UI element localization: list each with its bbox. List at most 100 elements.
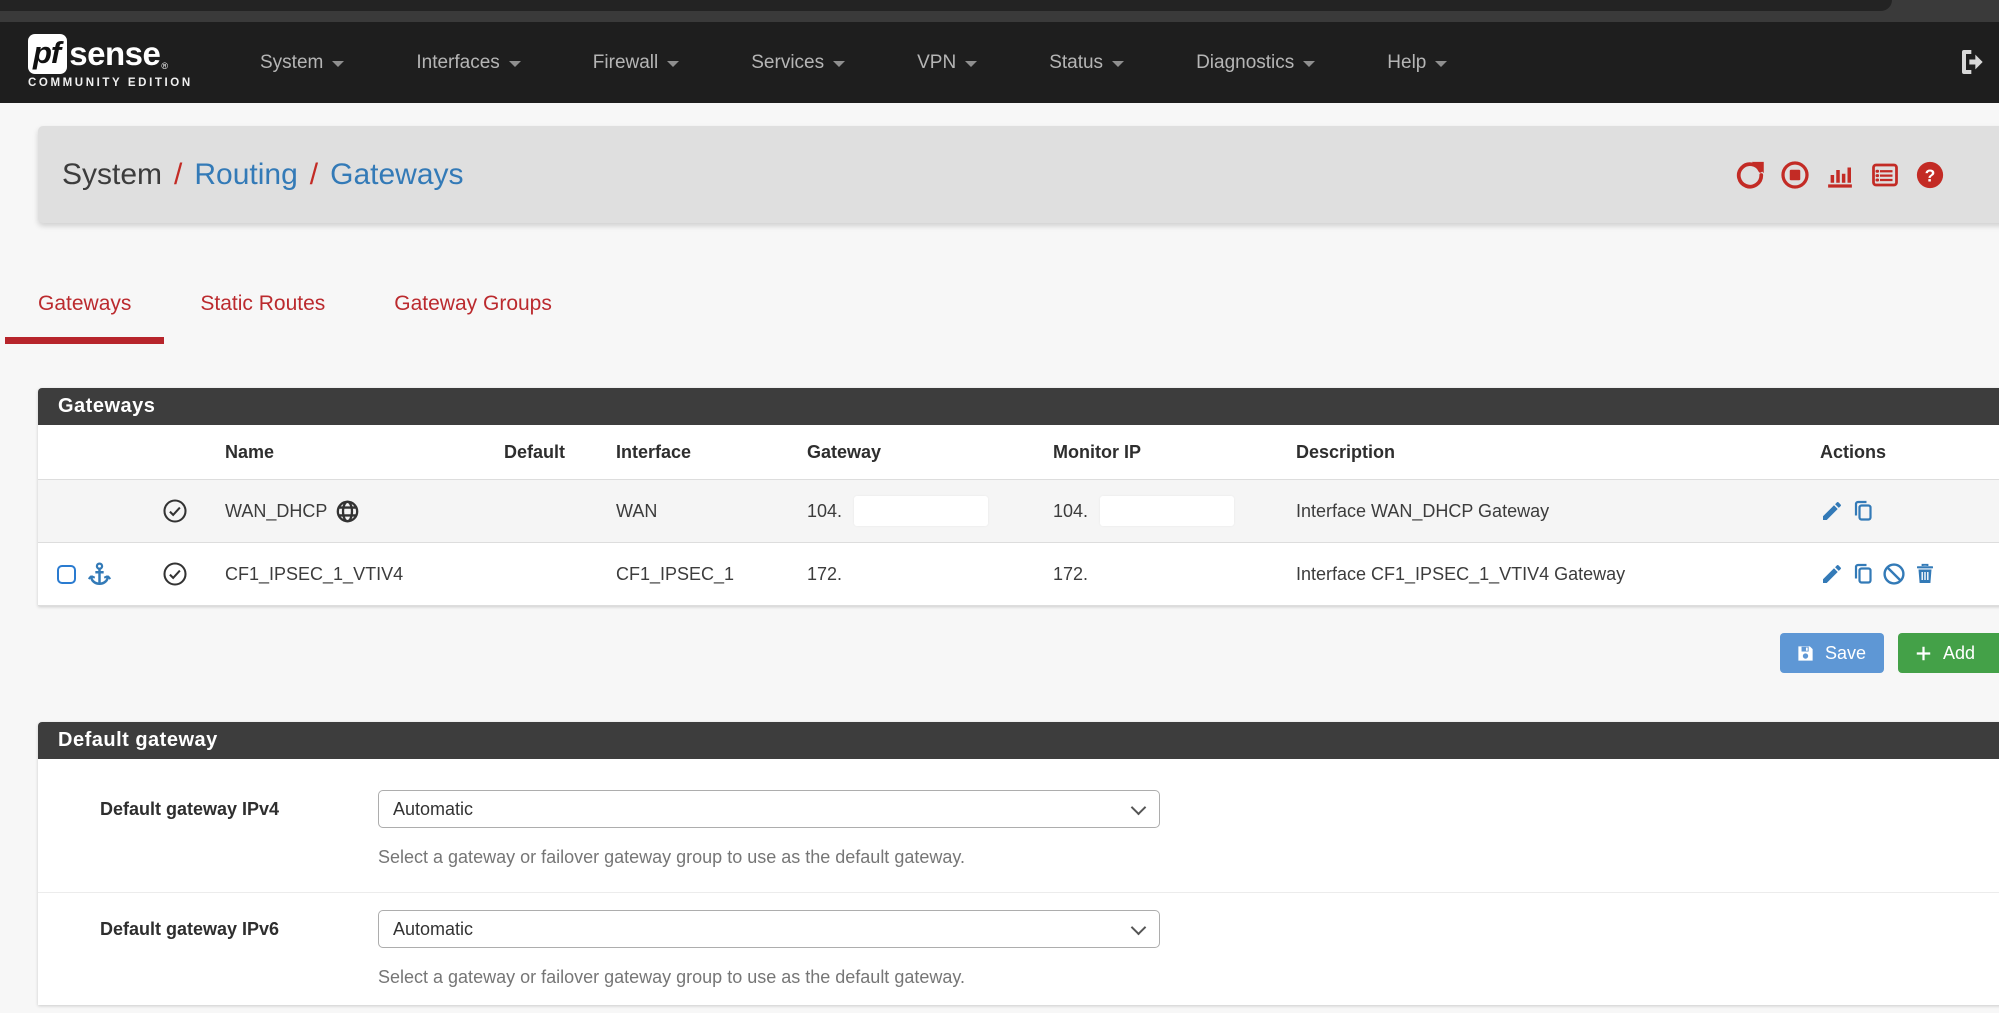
column-name: Name: [225, 425, 274, 479]
save-button[interactable]: Save: [1780, 633, 1884, 673]
breadcrumb-section: System: [62, 158, 162, 192]
nav-item-status[interactable]: Status: [1049, 52, 1124, 74]
sign-out-icon[interactable]: [1958, 46, 1990, 78]
tab-gateway-groups[interactable]: Gateway Groups: [394, 283, 552, 344]
window-chrome-dark: [0, 0, 1892, 11]
anchor-icon[interactable]: [86, 561, 113, 588]
gateway-address: 104.: [807, 480, 988, 542]
log-icon[interactable]: [1870, 160, 1900, 190]
nav-item-diagnostics[interactable]: Diagnostics: [1196, 52, 1315, 74]
nav-label: Services: [751, 52, 824, 74]
edit-icon[interactable]: [1820, 499, 1844, 523]
disable-icon[interactable]: [1882, 562, 1906, 586]
stop-icon[interactable]: [1780, 160, 1810, 190]
save-button-label: Save: [1825, 643, 1866, 664]
check-circle-icon: [162, 498, 188, 524]
delete-icon[interactable]: [1913, 562, 1937, 586]
chevron-down-icon: [1435, 61, 1447, 67]
chevron-down-icon: [965, 61, 977, 67]
tab-static-routes[interactable]: Static Routes: [200, 283, 325, 344]
refresh-icon[interactable]: [1735, 160, 1765, 190]
chevron-down-icon: [833, 61, 845, 67]
breadcrumb-separator: /: [310, 158, 318, 192]
tab-gateways[interactable]: Gateways: [38, 283, 131, 344]
gateway-address-text: 172.: [807, 564, 842, 585]
nav-label: Firewall: [593, 52, 658, 74]
nav-item-system[interactable]: System: [260, 52, 344, 74]
redacted-ip: [854, 496, 988, 526]
default-gateway-ipv4-label: Default gateway IPv4: [100, 799, 279, 820]
gateways-panel: Gateways Name Default Interface Gateway …: [38, 388, 1999, 606]
form-row-ipv4: Default gateway IPv4 Automatic Select a …: [38, 759, 1999, 893]
column-monitor-ip: Monitor IP: [1053, 425, 1141, 479]
default-gateway-ipv4-select[interactable]: Automatic: [378, 790, 1160, 828]
row-actions: [1820, 543, 1937, 605]
copy-icon[interactable]: [1851, 499, 1875, 523]
default-gateway-ipv6-select[interactable]: Automatic: [378, 910, 1160, 948]
column-gateway: Gateway: [807, 425, 881, 479]
nav-label: Diagnostics: [1196, 52, 1294, 74]
nav-item-interfaces[interactable]: Interfaces: [416, 52, 520, 74]
check-circle-icon: [162, 561, 188, 587]
redacted-ip: [1100, 496, 1234, 526]
save-icon: [1796, 644, 1815, 663]
pfsense-logo[interactable]: pf sense ® COMMUNITY EDITION: [28, 34, 193, 89]
monitor-ip-text: 172.: [1053, 564, 1088, 585]
nav-item-services[interactable]: Services: [751, 52, 845, 74]
add-button[interactable]: Add: [1898, 633, 1999, 673]
logo-pf: pf: [28, 34, 67, 74]
monitor-ip-text: 104.: [1053, 501, 1088, 522]
row-select-cell: [57, 543, 113, 605]
gateway-status-cell: [162, 480, 188, 542]
nav-item-help[interactable]: Help: [1387, 52, 1447, 74]
table-row: WAN_DHCP WAN 104. 104. Interface WAN_DHC…: [38, 480, 1999, 543]
logo-edition: COMMUNITY EDITION: [28, 77, 193, 89]
chevron-down-icon: [509, 61, 521, 67]
edit-icon[interactable]: [1820, 562, 1844, 586]
add-button-label: Add: [1943, 643, 1975, 664]
nav-label: Help: [1387, 52, 1426, 74]
logo-registered: ®: [161, 61, 168, 71]
breadcrumb-link-gateways[interactable]: Gateways: [330, 158, 463, 192]
default-gateway-ipv4-select-wrap: Automatic: [378, 790, 1160, 828]
default-gateway-panel-title: Default gateway: [38, 722, 1999, 759]
monitor-ip: 172.: [1053, 543, 1088, 605]
row-actions: [1820, 480, 1875, 542]
copy-icon[interactable]: [1851, 562, 1875, 586]
nav-menu: System Interfaces Firewall Services VPN …: [260, 22, 1447, 103]
default-gateway-panel: Default gateway Default gateway IPv4 Aut…: [38, 722, 1999, 1005]
gateway-name-cell: CF1_IPSEC_1_VTIV4: [225, 543, 403, 605]
chevron-down-icon: [332, 61, 344, 67]
default-gateway-ipv6-select-wrap: Automatic: [378, 910, 1160, 948]
row-checkbox[interactable]: [57, 565, 76, 584]
gateway-interface: WAN: [616, 480, 657, 542]
column-default: Default: [504, 425, 565, 479]
bar-chart-icon[interactable]: [1825, 160, 1855, 190]
breadcrumb-link-routing[interactable]: Routing: [194, 158, 297, 192]
gateway-interface: CF1_IPSEC_1: [616, 543, 734, 605]
chevron-down-icon: [667, 61, 679, 67]
table-header-row: Name Default Interface Gateway Monitor I…: [38, 425, 1999, 480]
top-navbar: pf sense ® COMMUNITY EDITION System Inte…: [0, 22, 1999, 103]
column-interface: Interface: [616, 425, 691, 479]
breadcrumb-bar: System / Routing / Gateways ?: [38, 126, 1999, 223]
gateway-name: WAN_DHCP: [225, 501, 327, 522]
nav-label: System: [260, 52, 323, 74]
gateway-address: 172.: [807, 543, 842, 605]
nav-item-firewall[interactable]: Firewall: [593, 52, 679, 74]
column-description: Description: [1296, 425, 1395, 479]
help-icon[interactable]: ?: [1915, 160, 1945, 190]
globe-icon: [335, 499, 360, 524]
nav-item-vpn[interactable]: VPN: [917, 52, 977, 74]
gateway-description: Interface CF1_IPSEC_1_VTIV4 Gateway: [1296, 543, 1625, 605]
form-row-ipv6: Default gateway IPv6 Automatic Select a …: [38, 893, 1999, 1003]
breadcrumb: System / Routing / Gateways: [62, 126, 464, 223]
gateway-address-text: 104.: [807, 501, 842, 522]
window-chrome: [0, 0, 1999, 22]
nav-label: VPN: [917, 52, 956, 74]
tab-bar: Gateways Static Routes Gateway Groups: [38, 283, 621, 344]
default-gateway-ipv6-help: Select a gateway or failover gateway gro…: [378, 967, 965, 988]
page-action-icons: ?: [1735, 126, 1945, 223]
table-row: CF1_IPSEC_1_VTIV4 CF1_IPSEC_1 172. 172. …: [38, 543, 1999, 606]
gateway-description: Interface WAN_DHCP Gateway: [1296, 480, 1549, 542]
